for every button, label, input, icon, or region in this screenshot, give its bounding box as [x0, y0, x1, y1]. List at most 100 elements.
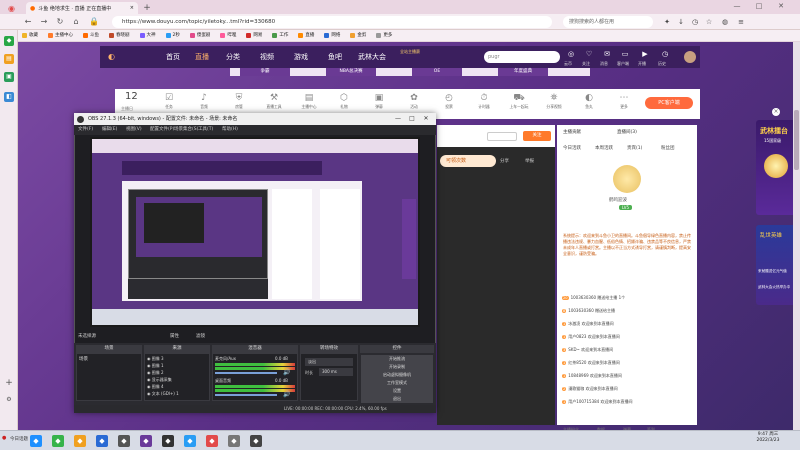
obs-filters-button[interactable]: 滤镜: [196, 333, 205, 339]
back-icon[interactable]: ←: [22, 17, 34, 27]
steam-icon[interactable]: ◆: [162, 435, 174, 447]
chat-header-item[interactable]: 直播间(3): [617, 129, 637, 135]
bookmark-item[interactable]: 哔哩: [216, 30, 240, 41]
obs-control-button[interactable]: 启动虚拟摄像机: [361, 371, 433, 379]
history-icon[interactable]: ◷: [660, 50, 670, 60]
star-icon[interactable]: ☆: [704, 17, 714, 27]
source-item[interactable]: ◉ 显示器采集: [147, 377, 172, 383]
obs-control-button[interactable]: 工作室模式: [361, 379, 433, 387]
window-close-icon[interactable]: ✕: [774, 2, 788, 12]
toolbar-item[interactable]: ◴ 投票: [435, 92, 463, 116]
avatar[interactable]: [684, 51, 696, 63]
sidebar-add-icon[interactable]: +: [4, 378, 14, 388]
source-item[interactable]: ◉ 文本 (GDI+) 1: [147, 391, 179, 397]
nav-home[interactable]: 首页: [166, 52, 180, 62]
obs-menu-item[interactable]: 帮助(H): [222, 126, 238, 132]
chat-tab[interactable]: 本周活跃: [595, 145, 613, 151]
obs-control-button[interactable]: 设置: [361, 387, 433, 395]
message-icon[interactable]: ✉: [602, 50, 612, 60]
nav-games[interactable]: 游戏: [294, 52, 308, 62]
obs-control-button[interactable]: 开始推流: [361, 355, 433, 363]
news-icon[interactable]: ●: [2, 435, 6, 441]
reload-icon[interactable]: ↻: [54, 17, 66, 27]
obs-properties-button[interactable]: 属性: [170, 333, 179, 339]
page-scrollbar[interactable]: [793, 42, 800, 430]
follow-icon[interactable]: ♡: [584, 50, 594, 60]
obs-control-button[interactable]: 开始录制: [361, 363, 433, 371]
client-icon[interactable]: ▭: [620, 50, 630, 60]
source-item[interactable]: ◉ 图像 3: [147, 356, 164, 362]
bookmark-item[interactable]: 收藏: [18, 30, 42, 41]
bookmark-item[interactable]: 直播: [294, 30, 318, 41]
toolbar-item[interactable]: ⋯ 更多: [610, 92, 638, 116]
sidebar-note-icon[interactable]: ▤: [4, 54, 14, 64]
toolbar-item[interactable]: ⛯ 分享视频: [540, 92, 568, 116]
chat-tab[interactable]: 粉丝团: [661, 145, 675, 151]
ad-banner-bottom[interactable]: 乱世英雄 来就赠送亿元气值 武林大会火热举办中: [756, 225, 796, 305]
obs-menu-item[interactable]: 视图(V): [126, 126, 142, 132]
ad-banner-top[interactable]: 武林擂台 15国家级: [756, 120, 796, 215]
bookmark-item[interactable]: 2秒: [162, 30, 184, 41]
report-link[interactable]: 举报: [525, 158, 534, 164]
transition-select[interactable]: 淡出: [305, 358, 353, 366]
bookmark-item[interactable]: 网易: [242, 30, 266, 41]
edge-icon[interactable]: ◆: [184, 435, 196, 447]
sidebar-message-icon[interactable]: ◧: [4, 92, 14, 102]
ad-close-icon[interactable]: ×: [772, 108, 780, 116]
forward-icon[interactable]: →: [38, 17, 50, 27]
tab-close-icon[interactable]: ×: [130, 5, 134, 11]
sidebar-app-icon[interactable]: ◆: [4, 36, 14, 46]
start-stream-icon[interactable]: ▶: [640, 50, 650, 60]
subnav-item[interactable]: 争霸: [240, 68, 290, 76]
settings-menu-icon[interactable]: ≡: [736, 17, 746, 27]
obs-close-icon[interactable]: ✕: [420, 113, 432, 125]
subnav-item[interactable]: NBA总决赛: [326, 68, 376, 76]
url-input[interactable]: https://www.douyu.com/topic/yiletoky...t…: [112, 16, 552, 28]
browser-menu-icon[interactable]: ◉: [4, 2, 22, 14]
profile-icon[interactable]: ◍: [720, 17, 730, 27]
bookmark-item[interactable]: 主播中心: [44, 30, 77, 41]
bookmark-item[interactable]: 斗鱼: [79, 30, 103, 41]
wechat-icon[interactable]: ◆: [52, 435, 64, 447]
obs-minimize-icon[interactable]: —: [392, 113, 404, 125]
nav-category[interactable]: 分类: [226, 52, 240, 62]
obs-control-button[interactable]: 退出: [361, 395, 433, 403]
app-icon[interactable]: ◆: [140, 435, 152, 447]
nav-fishbar[interactable]: 鱼吧: [328, 52, 342, 62]
start-icon[interactable]: ◆: [30, 435, 42, 447]
bookmark-item[interactable]: 春晓剧: [105, 30, 134, 41]
taskbar-clock[interactable]: 9:47 周三 2022/3/23: [748, 432, 788, 444]
source-item[interactable]: ◉ 图像 4: [147, 384, 164, 390]
news-label[interactable]: 今日话题: [10, 436, 28, 442]
volume-slider[interactable]: [215, 394, 277, 396]
home-icon[interactable]: ⌂: [70, 17, 82, 27]
volume-slider[interactable]: [215, 372, 277, 374]
bookmark-item[interactable]: 工作: [268, 30, 292, 41]
source-item[interactable]: ◉ 图像 1: [147, 363, 164, 369]
browser-tab-active[interactable]: ● 斗鱼 绝地求生 · 直播 正在直播中 ×: [26, 2, 138, 14]
browser-search-input[interactable]: 搜狗搜索的人都在用: [563, 16, 653, 28]
maximize-icon[interactable]: □: [752, 2, 766, 12]
download-icon[interactable]: ↓: [676, 17, 686, 27]
obs-menu-item[interactable]: 编辑(E): [102, 126, 117, 132]
nav-live[interactable]: 直播: [195, 52, 209, 62]
subnav-item[interactable]: 年度盛典: [498, 68, 548, 76]
toolbar-item[interactable]: ◐ 鱼丸: [575, 92, 603, 116]
chat-tab[interactable]: 今日活跃: [563, 145, 581, 151]
nav-video[interactable]: 视频: [260, 52, 274, 62]
scrollbar-thumb[interactable]: [794, 110, 799, 170]
toolbar-item[interactable]: ⛟ 上车一起玩: [505, 92, 533, 116]
source-item[interactable]: ◉ 图像 2: [147, 370, 164, 376]
obs-icon[interactable]: ◆: [118, 435, 130, 447]
obs-menu-item[interactable]: 文件(F): [78, 126, 93, 132]
cloud-coin-icon[interactable]: ◎: [566, 50, 576, 60]
minimize-icon[interactable]: —: [730, 2, 744, 12]
duration-input[interactable]: 300 ms: [319, 368, 353, 376]
share-link[interactable]: 分享: [500, 158, 509, 164]
bookmark-item[interactable]: 网络: [320, 30, 344, 41]
bookmark-item[interactable]: 更多: [372, 30, 396, 41]
claim-badge[interactable]: 可领次数: [440, 155, 496, 167]
nav-promo-badge[interactable]: 全站主播赛: [400, 49, 420, 55]
sidebar-game-icon[interactable]: ▣: [4, 72, 14, 82]
site-search-input[interactable]: pugr: [484, 51, 560, 63]
